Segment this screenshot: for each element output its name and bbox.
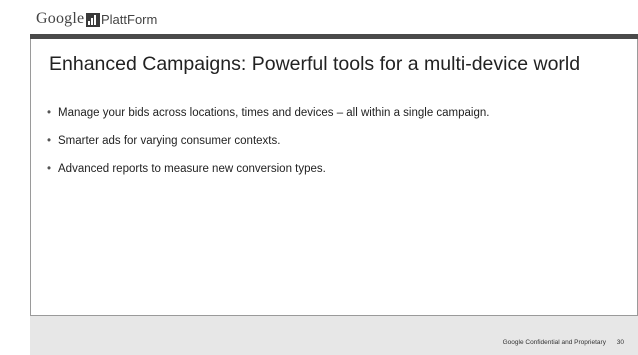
google-logo: Google (36, 10, 85, 27)
slide-title: Enhanced Campaigns: Powerful tools for a… (49, 53, 581, 75)
page-number: 30 (616, 339, 624, 346)
bullet-item: • Advanced reports to measure new conver… (47, 162, 627, 176)
bullet-text: Manage your bids across locations, times… (58, 107, 490, 119)
plattform-logo-text: PlattForm (101, 12, 158, 27)
footer-text: Google Confidential and Proprietary 30 (503, 339, 624, 346)
bullet-icon: • (47, 135, 52, 147)
bullet-text: Advanced reports to measure new conversi… (58, 163, 326, 175)
slide: Google PlattForm Enhanced Campaigns: Pow… (0, 0, 638, 355)
plattform-logo: PlattForm (86, 12, 157, 28)
plattform-mark-icon (86, 13, 100, 27)
confidential-notice: Google Confidential and Proprietary (502, 339, 606, 346)
bullet-list: • Manage your bids across locations, tim… (47, 106, 627, 190)
slide-footer: Google Confidential and Proprietary 30 (30, 315, 638, 355)
bullet-icon: • (47, 107, 52, 119)
bullet-item: • Manage your bids across locations, tim… (47, 106, 627, 120)
slide-content: Enhanced Campaigns: Powerful tools for a… (30, 39, 638, 315)
slide-header: Google PlattForm (0, 0, 638, 39)
bullet-icon: • (47, 163, 52, 175)
bullet-text: Smarter ads for varying consumer context… (58, 135, 281, 147)
bullet-item: • Smarter ads for varying consumer conte… (47, 134, 627, 148)
